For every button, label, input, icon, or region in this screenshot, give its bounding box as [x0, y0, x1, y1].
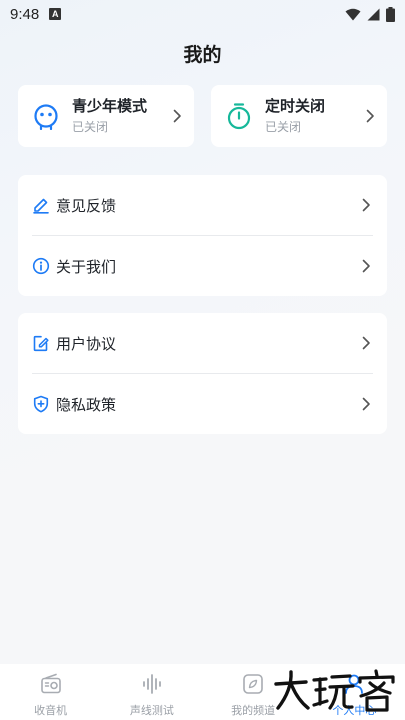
status-right — [345, 6, 395, 22]
teen-mode-text: 青少年模式 已关闭 — [72, 96, 172, 136]
sleep-timer-text: 定时关闭 已关闭 — [265, 96, 365, 136]
status-time: 9:48 — [10, 5, 40, 23]
edit-pencil-icon — [33, 198, 49, 214]
document-edit-icon — [33, 335, 49, 352]
watermark-logo — [274, 669, 395, 712]
teen-mode-title: 青少年模式 — [72, 97, 148, 115]
list-group-agreements: 用户协议 隐私政策 — [18, 313, 387, 434]
radio-icon — [40, 673, 61, 694]
wifi-icon — [345, 8, 361, 20]
status-left: 9:48 A — [10, 5, 62, 23]
sound-wave-icon — [142, 674, 161, 694]
list-item-privacy-policy[interactable]: 隐私政策 — [18, 374, 387, 434]
chevron-right-icon — [362, 198, 370, 212]
list-group-feedback-about: 意见反馈 关于我们 — [18, 175, 387, 296]
list-item-feedback[interactable]: 意见反馈 — [18, 175, 387, 235]
nav-my-channel-label: 我的频道 — [231, 704, 276, 717]
nav-voice-test-label: 声线测试 — [129, 704, 174, 717]
list-item-user-agreement[interactable]: 用户协议 — [18, 313, 387, 373]
nav-radio-label: 收音机 — [34, 704, 68, 717]
sleep-timer-card[interactable]: 定时关闭 已关闭 — [211, 85, 387, 147]
battery-icon — [386, 6, 395, 22]
feedback-label: 意见反馈 — [56, 196, 117, 215]
user-agreement-label: 用户协议 — [56, 334, 117, 353]
teen-mode-status: 已关闭 — [72, 120, 109, 134]
shield-plus-icon — [33, 395, 49, 413]
chevron-right-icon — [362, 336, 370, 350]
chevron-right-icon — [362, 259, 370, 273]
notification-icon: A — [49, 8, 62, 20]
page-title: 我的 — [183, 44, 222, 66]
channel-leaf-icon — [243, 674, 263, 694]
nav-voice-test[interactable]: 声线测试 — [101, 664, 202, 720]
cellular-signal-icon — [367, 8, 380, 20]
stopwatch-icon — [227, 103, 251, 130]
chevron-right-icon — [366, 109, 374, 123]
list-item-about-us[interactable]: 关于我们 — [18, 236, 387, 296]
sleep-timer-status: 已关闭 — [265, 120, 302, 134]
privacy-policy-label: 隐私政策 — [56, 395, 117, 414]
teen-mode-card[interactable]: 青少年模式 已关闭 — [18, 85, 194, 147]
status-bar: 9:48 A — [0, 0, 405, 28]
nav-radio[interactable]: 收音机 — [0, 664, 101, 720]
sleep-timer-title: 定时关闭 — [265, 97, 326, 115]
chevron-right-icon — [173, 109, 181, 123]
about-us-label: 关于我们 — [56, 257, 117, 276]
info-circle-icon — [32, 257, 50, 275]
robot-face-icon — [34, 104, 58, 130]
chevron-right-icon — [362, 397, 370, 411]
